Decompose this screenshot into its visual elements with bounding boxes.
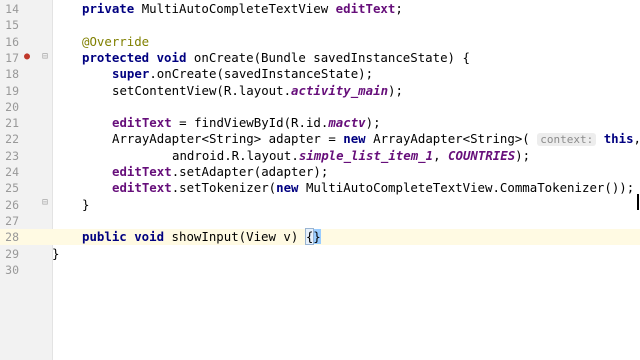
code-text: editText.setAdapter(adapter);	[112, 164, 328, 180]
code-token: ArrayAdapter<String> adapter =	[112, 131, 344, 147]
code-line[interactable]: 17 protected void onCreate(Bundle savedIn…	[0, 50, 640, 66]
code-token: editText	[335, 1, 396, 16]
code-token: }	[52, 245, 60, 261]
line-number: 25	[5, 181, 19, 196]
code-line[interactable]: 19 setContentView(R.layout.activity_main)…	[0, 83, 640, 99]
fold-icon[interactable]: ⊟	[42, 195, 48, 211]
line-number: 20	[5, 99, 19, 114]
code-token: );	[388, 82, 403, 98]
code-token: ;	[395, 1, 403, 16]
code-token: .setTokenizer(	[171, 180, 277, 196]
code-token: editText	[112, 115, 172, 131]
code-token: mactv	[328, 115, 366, 131]
code-token: editText	[112, 164, 172, 179]
code-token: }	[82, 196, 90, 212]
code-line[interactable]: 25 editText.setTokenizer(new MultiAutoCom…	[0, 180, 640, 196]
code-token: editText	[112, 180, 172, 196]
line-number: 16	[5, 34, 19, 49]
code-token: MultiAutoCompleteTextView	[141, 1, 336, 16]
code-line[interactable]: 27	[0, 213, 640, 229]
line-number: 28	[5, 230, 19, 245]
text-cursor	[637, 194, 639, 210]
code-token: @Override	[82, 33, 150, 49]
code-text: }	[52, 246, 59, 262]
code-token: public void	[82, 229, 172, 245]
code-text: private MultiAutoCompleteTextView editTe…	[82, 1, 403, 17]
line-number: 21	[5, 116, 19, 131]
line-number: 24	[5, 165, 19, 179]
code-token: this	[603, 131, 634, 147]
code-token: );	[515, 147, 531, 163]
code-token: .setAdapter(adapter);	[171, 164, 329, 179]
code-token: private	[82, 1, 142, 16]
code-token: MultiAutoCompleteTextView.CommaTokenizer…	[305, 180, 635, 196]
line-number: 15	[5, 18, 19, 33]
code-text: @Override	[82, 34, 149, 50]
line-number: 26	[5, 197, 19, 212]
code-token: setContentView(R.layout.	[112, 82, 292, 98]
line-number: 30	[5, 262, 19, 277]
code-line[interactable]: 20	[0, 99, 640, 115]
code-token: showInput(View v)	[171, 229, 306, 245]
code-text: setContentView(R.layout.activity_main);	[112, 83, 403, 99]
code-text: super.onCreate(savedInstanceState);	[112, 66, 373, 82]
code-line[interactable]: 30	[0, 262, 640, 278]
code-text: }	[82, 197, 89, 213]
code-token: .onCreate(savedInstanceState);	[149, 66, 374, 82]
code-token: onCreate(Bundle savedInstanceState) {	[193, 49, 470, 65]
code-token: super	[112, 66, 150, 82]
override-marker-icon[interactable]: ●	[24, 49, 30, 65]
code-token: ArrayAdapter<String>(	[373, 131, 538, 147]
line-number: 14	[5, 2, 19, 16]
line-number: 22	[5, 132, 19, 147]
code-line[interactable]: 15	[0, 17, 640, 33]
code-line[interactable]: 24 editText.setAdapter(adapter);	[0, 164, 640, 180]
line-number: 23	[5, 148, 19, 163]
code-token: ,	[634, 131, 640, 146]
code-line[interactable]: 16 @Override	[0, 34, 640, 50]
code-token: COUNTRIES	[448, 147, 516, 163]
code-token: = findViewById(R.id.	[171, 115, 329, 131]
line-number: 19	[5, 83, 19, 98]
line-number: 17	[5, 50, 19, 65]
code-line[interactable]: 14 private MultiAutoCompleteTextView edit…	[0, 1, 640, 17]
code-text: public void showInput(View v) {}	[82, 228, 321, 246]
code-text: editText = findViewById(R.id.mactv);	[112, 115, 381, 131]
code-token: }	[313, 229, 321, 245]
code-text: android.R.layout.simple_list_item_1, COU…	[172, 148, 530, 164]
code-token: new	[343, 131, 374, 147]
code-token: ,	[433, 147, 449, 163]
code-token: android.R.layout.	[172, 147, 299, 163]
code-line[interactable]: 21 editText = findViewById(R.id.mactv);	[0, 115, 640, 131]
code-token: );	[365, 115, 381, 131]
code-line[interactable]: 18 super.onCreate(savedInstanceState);	[0, 66, 640, 82]
code-line[interactable]: 29}	[0, 246, 640, 262]
line-number: 27	[5, 213, 19, 228]
code-editor[interactable]: 14 private MultiAutoCompleteTextView edit…	[0, 0, 640, 360]
code-text: protected void onCreate(Bundle savedInst…	[82, 50, 470, 66]
code-token: activity_main	[291, 82, 389, 98]
code-token: protected void	[82, 49, 194, 65]
code-line[interactable]: 26}	[0, 197, 640, 213]
code-token: simple_list_item_1	[298, 147, 434, 163]
code-text: ArrayAdapter<String> adapter = new Array…	[112, 131, 640, 148]
parameter-hint: context:	[537, 133, 597, 147]
fold-icon[interactable]: ⊟	[42, 49, 48, 65]
line-number: 18	[5, 67, 19, 82]
code-line[interactable]: 28 public void showInput(View v) {}	[0, 228, 640, 246]
code-line[interactable]: 23 android.R.layout.simple_list_item_1, C…	[0, 148, 640, 164]
code-token: new	[276, 180, 306, 196]
line-number: 29	[5, 246, 19, 261]
code-line[interactable]: 22 ArrayAdapter<String> adapter = new Arr…	[0, 131, 640, 147]
code-text: editText.setTokenizer(new MultiAutoCompl…	[112, 180, 634, 196]
